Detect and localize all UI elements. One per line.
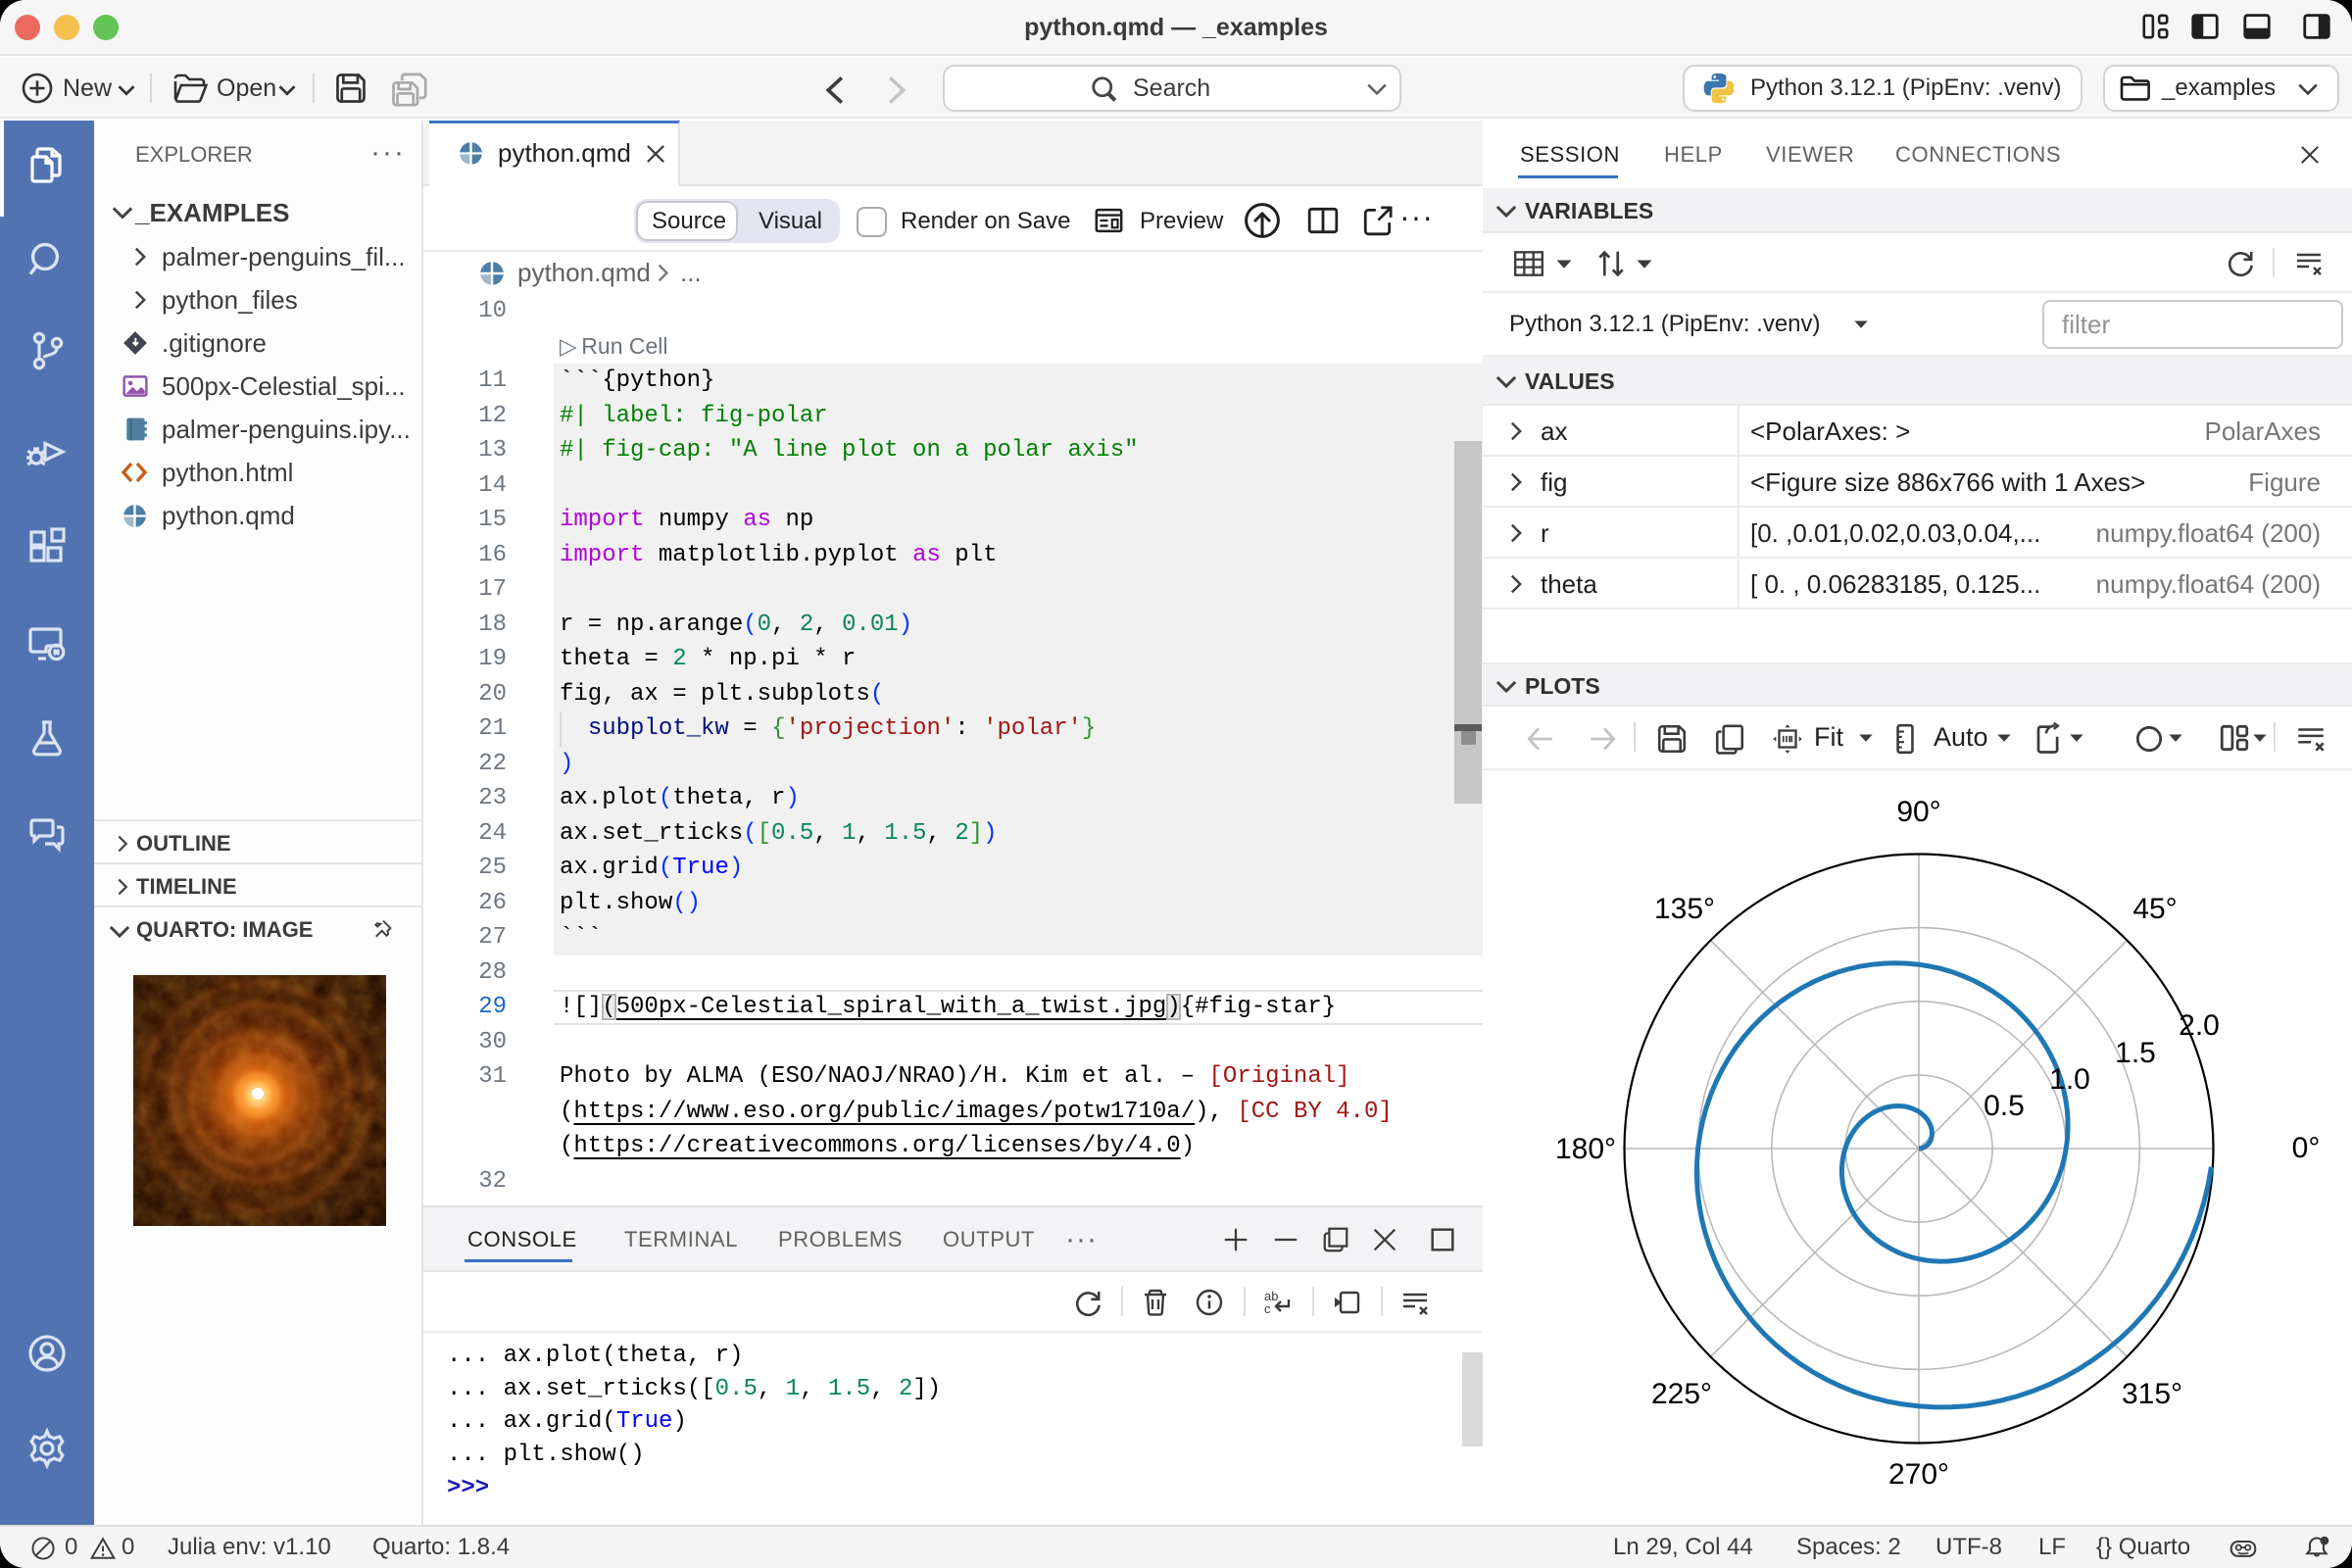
svg-text:2.0: 2.0 bbox=[2179, 1009, 2220, 1042]
svg-text:0.5: 0.5 bbox=[1984, 1090, 2025, 1122]
svg-text:90°: 90° bbox=[1896, 796, 1940, 828]
svg-text:135°: 135° bbox=[1654, 893, 1715, 925]
svg-text:1.5: 1.5 bbox=[2115, 1037, 2156, 1069]
svg-text:1.0: 1.0 bbox=[2049, 1063, 2090, 1096]
svg-text:270°: 270° bbox=[1888, 1458, 1949, 1491]
svg-text:0°: 0° bbox=[2292, 1132, 2321, 1164]
svg-text:45°: 45° bbox=[2132, 893, 2177, 925]
svg-text:225°: 225° bbox=[1651, 1378, 1712, 1410]
svg-text:315°: 315° bbox=[2122, 1378, 2182, 1410]
svg-text:180°: 180° bbox=[1555, 1133, 1616, 1165]
svg-text:c: c bbox=[1264, 1301, 1271, 1316]
